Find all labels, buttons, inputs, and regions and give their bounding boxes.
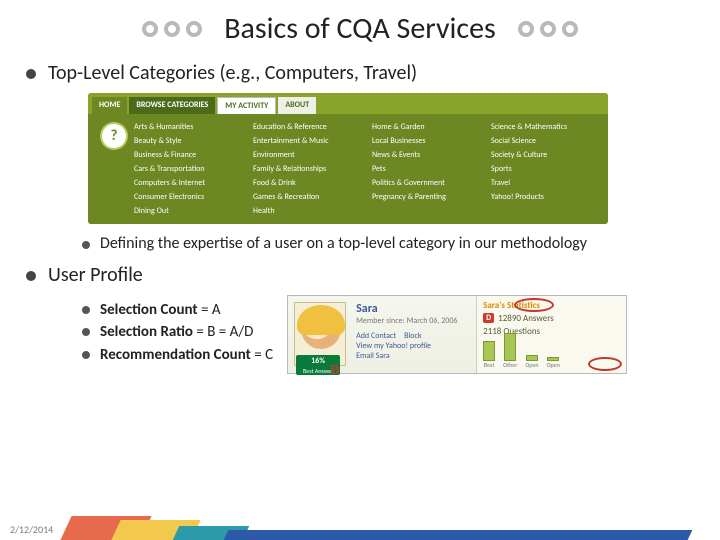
cat[interactable]: News & Events [372,150,481,160]
profile-card: 16%Best Answer Sara Member since: March … [287,295,627,374]
sel-ratio: Selection Ratio = B = A/D [82,321,273,344]
cat[interactable]: Dining Out [134,206,243,216]
tab-browse[interactable]: BROWSE CATEGORIES [129,97,215,114]
profile-name: Sara [356,302,472,316]
tab-my-activity[interactable]: MY ACTIVITY [217,97,276,114]
cat[interactable]: Arts & Humanities [134,122,243,132]
slide-header: Basics of CQA Services [0,0,720,61]
cat[interactable]: Yahoo! Products [491,192,600,202]
cat[interactable]: Food & Drink [253,178,362,188]
cat[interactable]: Education & Reference [253,122,362,132]
tab-about[interactable]: ABOUT [278,97,316,114]
cat[interactable]: Consumer Electronics [134,192,243,202]
cat[interactable]: Beauty & Style [134,136,243,146]
cat[interactable]: Travel [491,178,600,188]
add-contact-link[interactable]: Add Contact [356,331,396,341]
question-icon: ? [102,124,126,148]
annotation-b: B [330,363,339,379]
categories-screenshot: HOME BROWSE CATEGORIES MY ACTIVITY ABOUT… [88,93,608,224]
rec-count: Recommendation Count = C [82,344,273,367]
annotation-c-ring [588,357,622,371]
cat[interactable]: Family & Relationships [253,164,362,174]
footer-date: 2/12/2014 [0,512,66,540]
bullet-defining: Defining the expertise of a user on a to… [82,234,694,255]
answers-stat: D 12890 Answers [483,313,620,324]
slide-title: Basics of CQA Services [224,10,496,47]
tabs-row: HOME BROWSE CATEGORIES MY ACTIVITY ABOUT [88,93,608,114]
cat[interactable]: Business & Finance [134,150,243,160]
cat[interactable]: Computers & Internet [134,178,243,188]
cat[interactable]: Games & Recreation [253,192,362,202]
answers-badge: D [483,313,494,323]
cat[interactable]: Cars & Transportation [134,164,243,174]
annotation-d-ring [514,298,554,312]
category-grid: Arts & Humanities Education & Reference … [134,120,600,218]
cat[interactable]: Entertainment & Music [253,136,362,146]
slide-footer: 2/12/2014 17 [0,512,720,540]
footer-page-number: 17 [680,512,720,540]
cat[interactable]: Pregnancy & Parenting [372,192,481,202]
sel-count: Selection Count = A [82,299,273,322]
bullet-user-profile: User Profile Selection Count = A Selecti… [26,263,694,374]
user-profile-label: User Profile [48,263,694,287]
cat[interactable]: Environment [253,150,362,160]
top-level-label: Top-Level Categories (e.g., Computers, T… [48,61,694,85]
block-link[interactable]: Block [404,331,421,341]
bullet-top-level: Top-Level Categories (e.g., Computers, T… [26,61,694,255]
view-profile-link[interactable]: View my Yahoo! profile [356,341,472,351]
cat[interactable]: Politics & Government [372,178,481,188]
decor-circles-right [518,21,578,37]
tab-home[interactable]: HOME [92,97,127,114]
footer-decor [66,512,680,540]
cat[interactable]: Sports [491,164,600,174]
decor-circles-left [142,21,202,37]
cat[interactable]: Local Businesses [372,136,481,146]
email-link[interactable]: Email Sara [356,351,472,361]
slide-body: Top-Level Categories (e.g., Computers, T… [0,61,720,374]
cat[interactable]: Science & Mathematics [491,122,600,132]
cat[interactable]: Social Science [491,136,600,146]
profile-member-since: Member since: March 06, 2006 [356,316,472,326]
cat[interactable]: Pets [372,164,481,174]
cat[interactable]: Home & Garden [372,122,481,132]
cat[interactable]: Society & Culture [491,150,600,160]
cat[interactable]: Health [253,206,362,216]
